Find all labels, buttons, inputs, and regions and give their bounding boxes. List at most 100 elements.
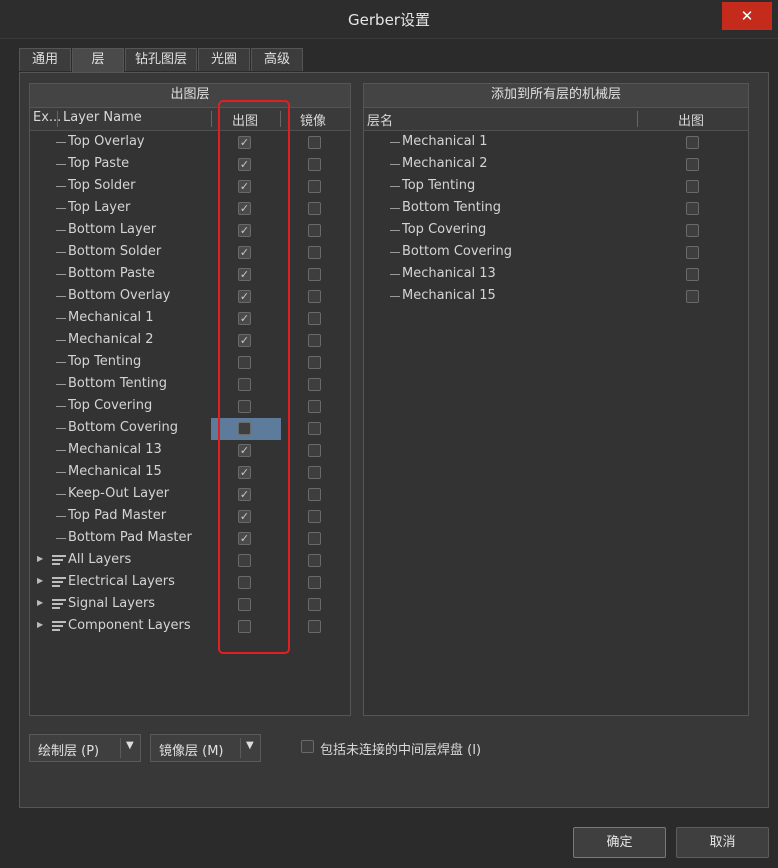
layer-row[interactable]: Mechanical 1 ✓ (30, 308, 350, 330)
layer-row[interactable]: Mechanical 13 ✓ (30, 440, 350, 462)
mirror-checkbox[interactable] (308, 488, 321, 501)
tree-line-icon (56, 208, 66, 209)
mirror-checkbox[interactable] (308, 620, 321, 633)
mirror-checkbox[interactable] (308, 378, 321, 391)
plot-checkbox[interactable] (686, 246, 699, 259)
mirror-checkbox[interactable] (308, 532, 321, 545)
mirror-checkbox[interactable] (308, 202, 321, 215)
mirror-checkbox[interactable] (308, 290, 321, 303)
mechanical-layers-header: 添加到所有层的机械层 (364, 84, 748, 108)
col-separator[interactable] (637, 111, 638, 127)
tree-line-icon (390, 164, 400, 165)
mirror-checkbox[interactable] (308, 312, 321, 325)
layer-row[interactable]: Bottom Layer ✓ (30, 220, 350, 242)
tree-line-icon (56, 230, 66, 231)
tab-advanced[interactable]: 高级 (251, 48, 303, 71)
mirror-layers-button-label[interactable]: 镜像层 (M) (159, 740, 224, 759)
layer-group-row[interactable]: ▶ Signal Layers (30, 594, 350, 616)
layer-group-icon-bar (52, 607, 60, 609)
layer-group-row[interactable]: ▶ Electrical Layers (30, 572, 350, 594)
layer-row[interactable]: Top Solder ✓ (30, 176, 350, 198)
layer-row[interactable]: Keep-Out Layer ✓ (30, 484, 350, 506)
col-plot-label[interactable]: 出图 (678, 110, 704, 129)
mirror-checkbox[interactable] (308, 598, 321, 611)
tree-line-icon (56, 516, 66, 517)
chevron-down-icon[interactable]: ▼ (126, 740, 134, 751)
layer-row[interactable]: Top Overlay ✓ (30, 132, 350, 154)
layer-row[interactable]: Bottom Overlay ✓ (30, 286, 350, 308)
mechanical-layer-row[interactable]: Mechanical 2 (364, 154, 748, 176)
tab-drill-drawing[interactable]: 钻孔图层 (125, 48, 197, 71)
tree-line-icon (390, 208, 400, 209)
mechanical-layers-panel: 添加到所有层的机械层 层名 出图 Mechanical 1 Mechanical … (363, 83, 749, 716)
mirror-checkbox[interactable] (308, 466, 321, 479)
layer-row[interactable]: Top Covering (30, 396, 350, 418)
plot-checkbox[interactable] (686, 290, 699, 303)
plot-checkbox[interactable] (686, 158, 699, 171)
plot-checkbox[interactable] (686, 136, 699, 149)
mirror-layers-button[interactable]: 镜像层 (M) ▼ (150, 734, 261, 762)
plot-checkbox[interactable] (686, 202, 699, 215)
layer-row[interactable]: Bottom Paste ✓ (30, 264, 350, 286)
mechanical-layer-row[interactable]: Bottom Covering (364, 242, 748, 264)
tab-layers[interactable]: 层 (72, 48, 124, 73)
mechanical-layer-row[interactable]: Bottom Tenting (364, 198, 748, 220)
col-separator[interactable] (57, 111, 58, 127)
layer-name: Bottom Paste (68, 266, 155, 281)
layer-row[interactable]: Top Paste ✓ (30, 154, 350, 176)
col-separator[interactable] (211, 111, 212, 127)
plot-layers-button[interactable]: 绘制层 (P) ▼ (29, 734, 141, 762)
layer-row[interactable]: Top Tenting (30, 352, 350, 374)
mechanical-layer-row[interactable]: Mechanical 13 (364, 264, 748, 286)
expand-arrow-icon[interactable]: ▶ (37, 554, 43, 563)
mirror-checkbox[interactable] (308, 334, 321, 347)
layer-row[interactable]: Bottom Pad Master ✓ (30, 528, 350, 550)
mirror-checkbox[interactable] (308, 444, 321, 457)
layer-row[interactable]: Bottom Solder ✓ (30, 242, 350, 264)
mirror-checkbox[interactable] (308, 268, 321, 281)
mechanical-layer-row[interactable]: Mechanical 1 (364, 132, 748, 154)
expand-arrow-icon[interactable]: ▶ (37, 576, 43, 585)
mechanical-layer-row[interactable]: Top Covering (364, 220, 748, 242)
include-unconnected-checkbox[interactable] (301, 740, 314, 753)
mechanical-layer-row[interactable]: Top Tenting (364, 176, 748, 198)
mirror-checkbox[interactable] (308, 510, 321, 523)
mechanical-layer-row[interactable]: Mechanical 15 (364, 286, 748, 308)
cancel-button[interactable]: 取消 (676, 827, 769, 858)
mirror-checkbox[interactable] (308, 554, 321, 567)
mirror-checkbox[interactable] (308, 180, 321, 193)
plot-checkbox[interactable] (686, 268, 699, 281)
plot-checkbox[interactable] (686, 180, 699, 193)
layer-row[interactable]: Top Layer ✓ (30, 198, 350, 220)
col-layer-name-label[interactable]: Layer Name (63, 110, 142, 125)
tree-line-icon (56, 274, 66, 275)
mirror-checkbox[interactable] (308, 356, 321, 369)
tab-general[interactable]: 通用 (19, 48, 71, 71)
expand-arrow-icon[interactable]: ▶ (37, 598, 43, 607)
col-layer-name-label[interactable]: 层名 (367, 110, 393, 129)
plot-layers-button-label[interactable]: 绘制层 (P) (38, 740, 99, 759)
plot-checkbox[interactable] (686, 224, 699, 237)
close-icon[interactable]: ✕ (722, 2, 772, 30)
layer-row[interactable]: Top Pad Master ✓ (30, 506, 350, 528)
layer-row[interactable]: Mechanical 2 ✓ (30, 330, 350, 352)
mirror-checkbox[interactable] (308, 246, 321, 259)
col-mirror-label[interactable]: 镜像 (300, 110, 326, 129)
layer-group-row[interactable]: ▶ Component Layers (30, 616, 350, 638)
mirror-checkbox[interactable] (308, 136, 321, 149)
split-divider (120, 738, 121, 758)
mirror-checkbox[interactable] (308, 158, 321, 171)
layer-row[interactable]: Bottom Covering (30, 418, 350, 440)
ok-button[interactable]: 确定 (573, 827, 666, 858)
chevron-down-icon[interactable]: ▼ (246, 740, 254, 751)
tab-apertures[interactable]: 光圈 (198, 48, 250, 71)
mechanical-layers-column-header: 层名 出图 (364, 108, 748, 131)
expand-arrow-icon[interactable]: ▶ (37, 620, 43, 629)
mirror-checkbox[interactable] (308, 224, 321, 237)
mirror-checkbox[interactable] (308, 576, 321, 589)
layer-row[interactable]: Bottom Tenting (30, 374, 350, 396)
mirror-checkbox[interactable] (308, 422, 321, 435)
layer-group-row[interactable]: ▶ All Layers (30, 550, 350, 572)
mirror-checkbox[interactable] (308, 400, 321, 413)
layer-row[interactable]: Mechanical 15 ✓ (30, 462, 350, 484)
